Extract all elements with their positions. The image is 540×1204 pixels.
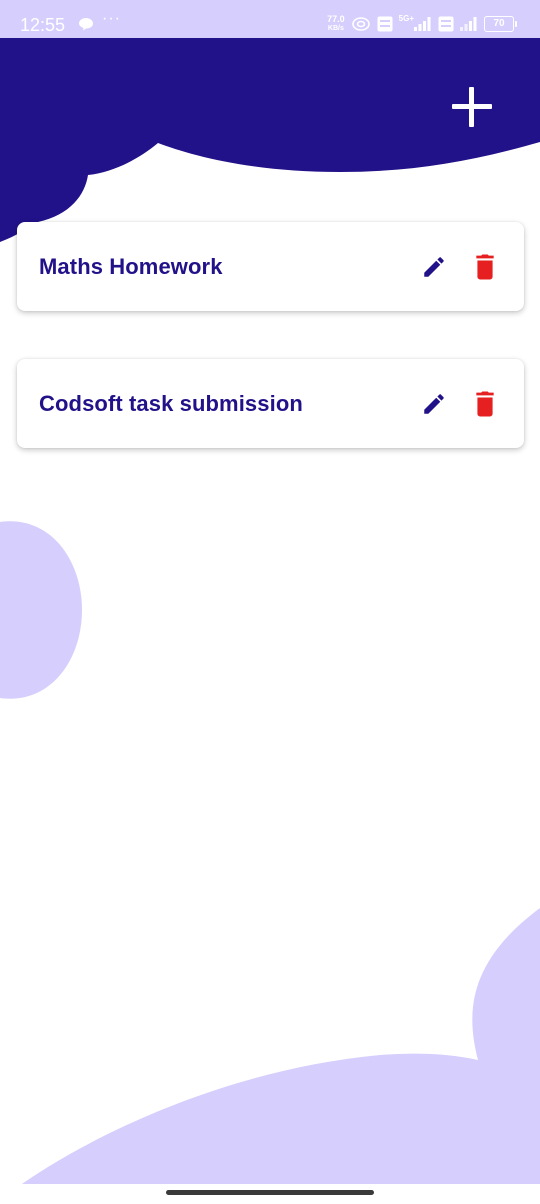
task-title: Codsoft task submission bbox=[39, 391, 303, 416]
pencil-icon[interactable] bbox=[421, 254, 447, 280]
home-indicator[interactable] bbox=[166, 1190, 374, 1195]
background-decoration bbox=[0, 38, 540, 1184]
trash-icon[interactable] bbox=[474, 254, 496, 280]
add-task-button[interactable] bbox=[448, 84, 496, 132]
task-list: Maths Homework Codsoft task submission bbox=[17, 222, 524, 496]
trash-icon[interactable] bbox=[474, 391, 496, 417]
pencil-icon[interactable] bbox=[421, 391, 447, 417]
bottom-wave bbox=[22, 908, 540, 1184]
task-card[interactable]: Maths Homework bbox=[17, 222, 524, 311]
header-wave bbox=[0, 38, 540, 242]
left-blob bbox=[0, 521, 82, 699]
task-title: Maths Homework bbox=[39, 254, 223, 279]
task-card[interactable]: Codsoft task submission bbox=[17, 359, 524, 448]
